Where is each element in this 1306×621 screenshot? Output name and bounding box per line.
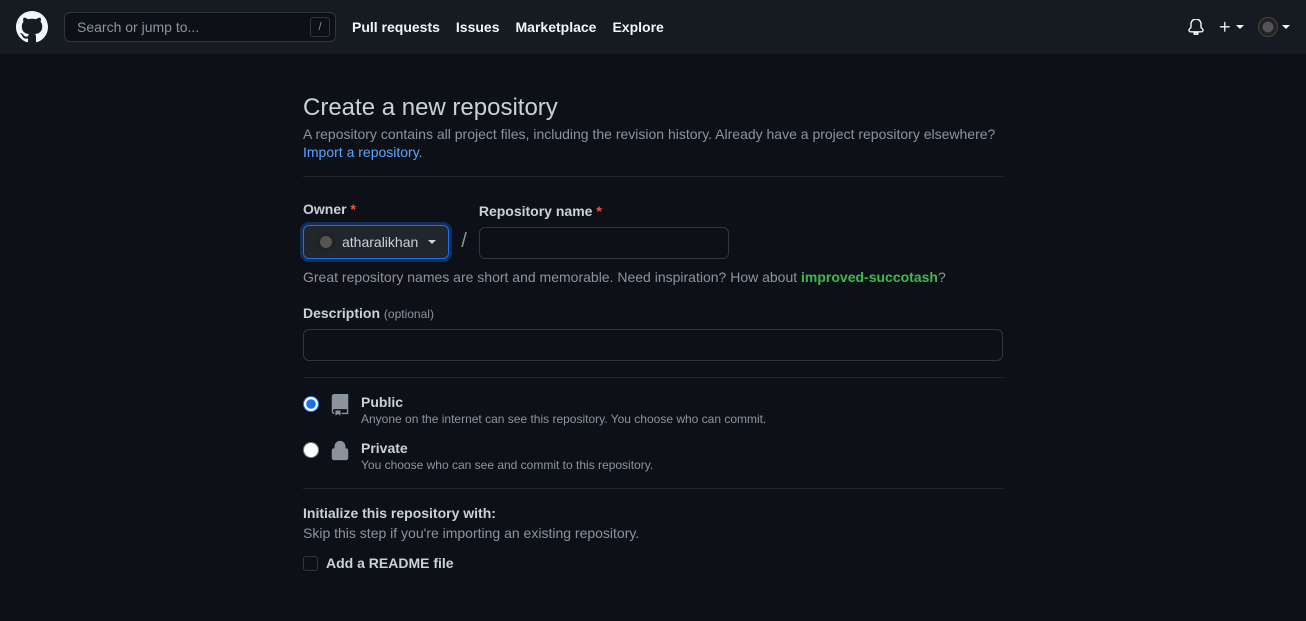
- nav-pull-requests[interactable]: Pull requests: [352, 19, 440, 35]
- repo-name-input[interactable]: [479, 227, 729, 259]
- owner-avatar: [316, 232, 336, 252]
- avatar: [1258, 17, 1278, 37]
- readme-check-row: Add a README file: [303, 555, 1003, 571]
- public-text: Public Anyone on the internet can see th…: [361, 394, 766, 426]
- import-repository-link[interactable]: Import a repository.: [303, 144, 423, 160]
- repo-name-label: Repository name *: [479, 203, 729, 219]
- search-slash-hint: /: [310, 17, 330, 37]
- nav-marketplace[interactable]: Marketplace: [516, 19, 597, 35]
- page-title: Create a new repository: [303, 94, 1003, 122]
- readme-label[interactable]: Add a README file: [326, 555, 454, 571]
- search-wrap: /: [64, 12, 336, 42]
- caret-down-icon: [1282, 25, 1290, 29]
- owner-label: Owner *: [303, 201, 449, 217]
- github-logo-icon[interactable]: [16, 11, 48, 43]
- readme-checkbox[interactable]: [303, 556, 318, 571]
- initialize-subtext: Skip this step if you're importing an ex…: [303, 525, 1003, 541]
- path-slash: /: [457, 230, 471, 259]
- visibility-public-row: Public Anyone on the internet can see th…: [303, 394, 1003, 426]
- visibility-private-row: Private You choose who can see and commi…: [303, 440, 1003, 472]
- caret-down-icon: [1236, 25, 1244, 29]
- header-right: [1188, 17, 1290, 37]
- nav-explore[interactable]: Explore: [612, 19, 663, 35]
- private-radio[interactable]: [303, 442, 319, 458]
- main-form: Create a new repository A repository con…: [303, 94, 1003, 571]
- divider: [303, 176, 1003, 177]
- create-new-dropdown[interactable]: [1218, 20, 1244, 34]
- repo-name-field: Repository name *: [479, 203, 729, 259]
- private-text: Private You choose who can see and commi…: [361, 440, 653, 472]
- description-label: Description (optional): [303, 305, 1003, 321]
- description-input[interactable]: [303, 329, 1003, 361]
- app-header: / Pull requests Issues Marketplace Explo…: [0, 0, 1306, 54]
- divider: [303, 377, 1003, 378]
- page-subtitle: A repository contains all project files,…: [303, 126, 1003, 142]
- nav-issues[interactable]: Issues: [456, 19, 500, 35]
- owner-field: Owner * atharalikhan: [303, 201, 449, 259]
- public-radio[interactable]: [303, 396, 319, 412]
- owner-name: atharalikhan: [342, 234, 418, 250]
- repo-icon: [329, 394, 351, 416]
- name-helper-text: Great repository names are short and mem…: [303, 269, 1003, 285]
- repo-name-suggestion[interactable]: improved-succotash: [801, 269, 938, 285]
- divider: [303, 488, 1003, 489]
- search-input[interactable]: [64, 12, 336, 42]
- caret-down-icon: [428, 240, 436, 244]
- notifications-icon[interactable]: [1188, 19, 1204, 35]
- owner-select-button[interactable]: atharalikhan: [303, 225, 449, 259]
- initialize-heading: Initialize this repository with:: [303, 505, 1003, 521]
- user-menu[interactable]: [1258, 17, 1290, 37]
- lock-icon: [329, 440, 351, 462]
- primary-nav: Pull requests Issues Marketplace Explore: [352, 19, 664, 35]
